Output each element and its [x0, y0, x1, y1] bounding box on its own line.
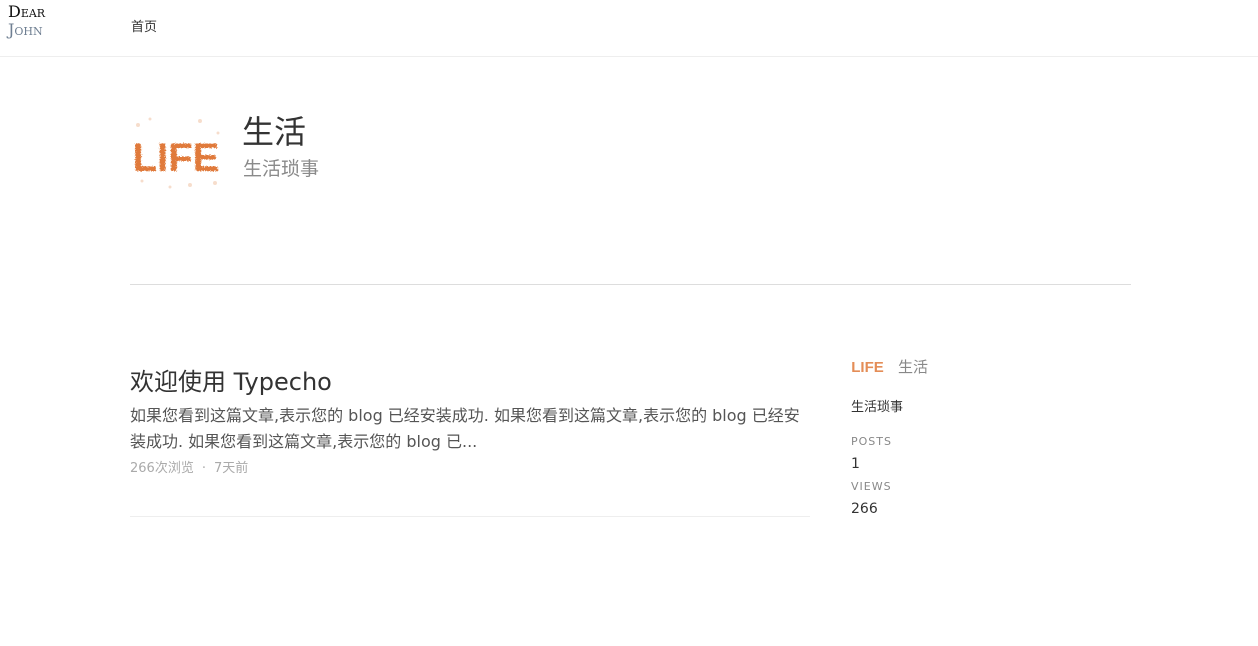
category-hero: LIFE 生活 生活琐事 — [130, 110, 1131, 285]
sidebar-header: LIFE 生活 — [851, 352, 1111, 380]
post-date: 7天前 — [213, 461, 249, 476]
sidebar-category-image: LIFE — [851, 352, 884, 380]
post-item: 欢迎使用 Typecho 如果您看到这篇文章,表示您的 blog 已经安装成功.… — [130, 366, 810, 517]
meta-separator: · — [201, 461, 206, 476]
posts-stat-label: POSTS — [851, 435, 892, 448]
category-description: 生活琐事 — [243, 158, 320, 180]
views-stat-label: VIEWS — [851, 480, 892, 493]
sidebar-category-name: 生活 — [898, 357, 929, 376]
site-logo[interactable]: Dear John — [8, 3, 45, 39]
category-image: LIFE — [130, 113, 222, 193]
category-image-text: LIFE — [133, 136, 220, 180]
post-views: 266次浏览 — [130, 461, 194, 476]
logo-line-2: John — [8, 20, 43, 39]
nav-home-link[interactable]: 首页 — [131, 16, 157, 35]
logo-line-1: Dear — [8, 2, 46, 21]
posts-stat-value: 1 — [851, 456, 860, 472]
views-stat-value: 266 — [851, 501, 878, 517]
post-meta: 266次浏览 · 7天前 — [130, 460, 810, 478]
sidebar-category-description: 生活琐事 — [851, 400, 904, 415]
category-sidebar: LIFE 生活 生活琐事 POSTS 1 VIEWS 266 — [851, 352, 1111, 517]
post-title-link[interactable]: 欢迎使用 Typecho — [130, 366, 810, 398]
top-header: Dear John 首页 — [0, 0, 1258, 57]
sidebar-image-text: LIFE — [851, 359, 884, 376]
category-title: 生活 — [242, 113, 307, 151]
post-excerpt: 如果您看到这篇文章,表示您的 blog 已经安装成功. 如果您看到这篇文章,表示… — [130, 406, 800, 451]
